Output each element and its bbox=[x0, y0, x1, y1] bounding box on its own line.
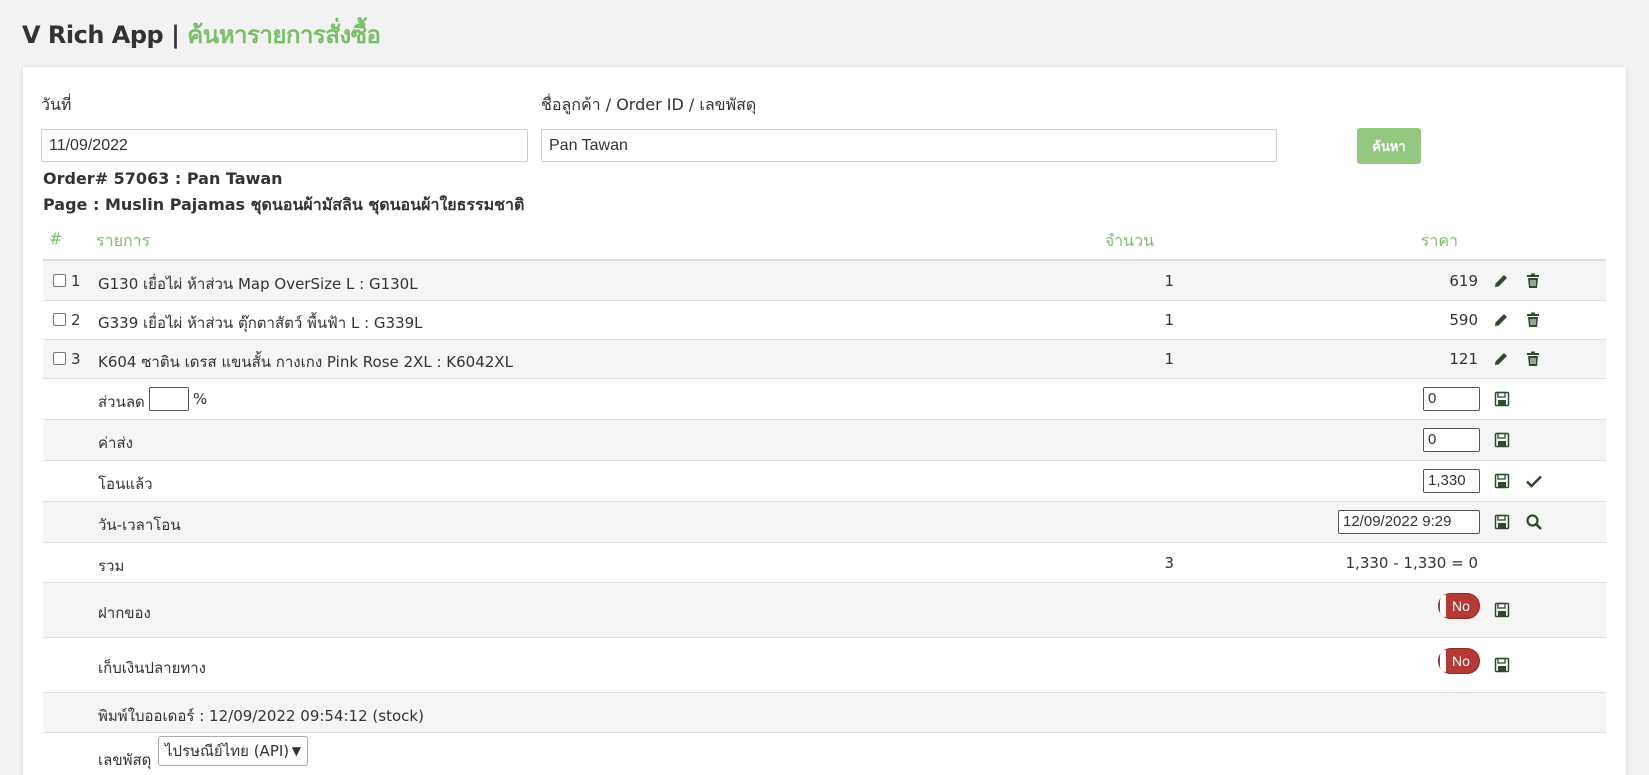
delete-trash-icon[interactable] bbox=[1524, 311, 1542, 329]
cod-label: เก็บเงินปลายทาง bbox=[98, 659, 206, 677]
total-summary: 1,330 - 1,330 = 0 bbox=[1345, 554, 1478, 572]
total-label: รวม bbox=[98, 557, 125, 575]
date-label: วันที่ bbox=[41, 95, 72, 114]
toggle-state: No bbox=[1452, 598, 1470, 614]
page-title: ค้นหารายการสั่งซื้อ bbox=[187, 21, 381, 49]
item-name: G339 เยื่อไผ่ ห้าส่วน ตุ๊กตาสัตว์ พื้นฟ้… bbox=[98, 314, 423, 332]
discount-row: ส่วนลด % 0 bbox=[43, 379, 1606, 420]
total-row: รวม 3 1,330 - 1,330 = 0 bbox=[43, 543, 1606, 583]
total-qty: 3 bbox=[1164, 554, 1174, 572]
row-checkbox[interactable] bbox=[53, 274, 66, 287]
transfer-time-row: วัน-เวลาโอน 12/09/2022 9:29 bbox=[43, 502, 1606, 543]
col-price-header: ราคา bbox=[1420, 231, 1458, 250]
row-number: 3 bbox=[71, 350, 81, 368]
toggle-state: No bbox=[1452, 653, 1470, 669]
order-search-card: วันที่ 11/09/2022 ชื่อลูกค้า / Order ID … bbox=[23, 67, 1626, 775]
discount-amount-input[interactable]: 0 bbox=[1423, 387, 1480, 411]
save-icon[interactable] bbox=[1493, 431, 1511, 449]
item-qty: 1 bbox=[1164, 311, 1174, 329]
discount-percent-input[interactable] bbox=[149, 387, 189, 411]
cod-row: เก็บเงินปลายทาง No bbox=[43, 638, 1606, 693]
paid-row: โอนแล้ว 1,330 bbox=[43, 461, 1606, 502]
carrier-select[interactable]: ไปรษณีย์ไทย (API) ▼ bbox=[158, 736, 308, 766]
discount-label: ส่วนลด bbox=[98, 393, 145, 411]
item-name: G130 เยื่อไผ่ ห้าส่วน Map OverSize L : G… bbox=[98, 275, 418, 293]
col-qty-header: จำนวน bbox=[1104, 231, 1154, 250]
app-brand: V Rich App bbox=[22, 21, 164, 49]
deposit-row: ฝากของ No bbox=[43, 583, 1606, 638]
row-checkbox[interactable] bbox=[53, 313, 66, 326]
deposit-label: ฝากของ bbox=[98, 604, 151, 622]
save-icon[interactable] bbox=[1493, 656, 1511, 674]
transfer-time-input[interactable]: 12/09/2022 9:29 bbox=[1338, 510, 1480, 534]
search-button[interactable]: ค้นหา bbox=[1357, 128, 1421, 164]
item-price: 590 bbox=[1449, 311, 1478, 329]
row-checkbox[interactable] bbox=[53, 352, 66, 365]
col-item-header: รายการ bbox=[96, 231, 151, 250]
col-index-header: # bbox=[49, 229, 63, 248]
app-title: V Rich App | ค้นหารายการสั่งซื้อ bbox=[22, 18, 381, 52]
tracking-row: เลขพัสดุ ไปรษณีย์ไทย (API) ▼ bbox=[43, 736, 1606, 775]
save-icon[interactable] bbox=[1493, 601, 1511, 619]
item-qty: 1 bbox=[1164, 272, 1174, 290]
transfer-time-label: วัน-เวลาโอน bbox=[98, 516, 181, 534]
table-row: 1 G130 เยื่อไผ่ ห้าส่วน Map OverSize L :… bbox=[43, 261, 1606, 301]
item-name: K604 ซาติน เดรส แขนสั้น กางเกง Pink Rose… bbox=[98, 353, 513, 371]
percent-sign: % bbox=[193, 390, 208, 408]
deposit-toggle[interactable]: No bbox=[1438, 593, 1480, 619]
print-info-row: พิมพ์ใบออเดอร์ : 12/09/2022 09:54:12 (st… bbox=[43, 693, 1606, 733]
toggle-knob bbox=[1440, 650, 1446, 672]
save-icon[interactable] bbox=[1493, 390, 1511, 408]
toggle-knob bbox=[1440, 595, 1446, 617]
shipping-amount-input[interactable]: 0 bbox=[1423, 428, 1480, 452]
item-price: 619 bbox=[1449, 272, 1478, 290]
edit-pencil-icon[interactable] bbox=[1492, 272, 1510, 290]
check-icon[interactable] bbox=[1525, 472, 1543, 490]
edit-pencil-icon[interactable] bbox=[1492, 350, 1510, 368]
save-icon[interactable] bbox=[1493, 513, 1511, 531]
paid-amount-input[interactable]: 1,330 bbox=[1423, 469, 1480, 493]
item-qty: 1 bbox=[1164, 350, 1174, 368]
item-price: 121 bbox=[1449, 350, 1478, 368]
search-input[interactable]: Pan Tawan bbox=[541, 129, 1277, 162]
shipping-label: ค่าส่ง bbox=[98, 434, 133, 452]
table-row: 2 G339 เยื่อไผ่ ห้าส่วน ตุ๊กตาสัตว์ พื้น… bbox=[43, 301, 1606, 340]
order-page: Page : Muslin Pajamas ชุดนอนผ้ามัสลิน ชุ… bbox=[43, 195, 525, 214]
title-separator: | bbox=[171, 21, 180, 49]
carrier-selected: ไปรษณีย์ไทย (API) bbox=[165, 742, 290, 760]
search-icon[interactable] bbox=[1525, 513, 1543, 531]
date-input[interactable]: 11/09/2022 bbox=[41, 129, 528, 162]
chevron-down-icon: ▼ bbox=[291, 744, 301, 758]
delete-trash-icon[interactable] bbox=[1524, 350, 1542, 368]
print-info-text: พิมพ์ใบออเดอร์ : 12/09/2022 09:54:12 (st… bbox=[98, 707, 424, 725]
tracking-label: เลขพัสดุ bbox=[98, 751, 152, 769]
row-number: 1 bbox=[71, 272, 81, 290]
save-icon[interactable] bbox=[1493, 472, 1511, 490]
shipping-row: ค่าส่ง 0 bbox=[43, 420, 1606, 461]
cod-toggle[interactable]: No bbox=[1438, 648, 1480, 674]
order-title: Order# 57063 : Pan Tawan bbox=[43, 169, 283, 188]
query-label: ชื่อลูกค้า / Order ID / เลขพัสดุ bbox=[541, 95, 757, 114]
table-row: 3 K604 ซาติน เดรส แขนสั้น กางเกง Pink Ro… bbox=[43, 340, 1606, 379]
edit-pencil-icon[interactable] bbox=[1492, 311, 1510, 329]
row-number: 2 bbox=[71, 311, 81, 329]
delete-trash-icon[interactable] bbox=[1524, 272, 1542, 290]
paid-label: โอนแล้ว bbox=[98, 475, 153, 493]
